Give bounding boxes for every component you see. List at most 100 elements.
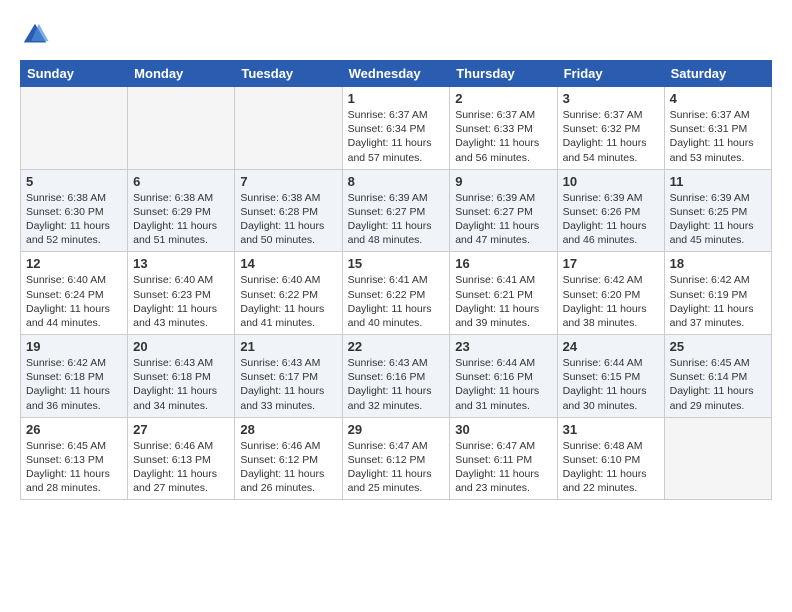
day-number: 26: [26, 422, 122, 437]
calendar-day-cell: 12 Sunrise: 6:40 AMSunset: 6:24 PMDayligh…: [21, 252, 128, 335]
day-info: Sunrise: 6:44 AMSunset: 6:15 PMDaylight:…: [563, 356, 659, 413]
day-number: 8: [348, 174, 445, 189]
page-header: [20, 20, 772, 50]
calendar-day-cell: 8 Sunrise: 6:39 AMSunset: 6:27 PMDaylight…: [342, 169, 450, 252]
day-info: Sunrise: 6:46 AMSunset: 6:12 PMDaylight:…: [240, 439, 336, 496]
day-info: Sunrise: 6:46 AMSunset: 6:13 PMDaylight:…: [133, 439, 229, 496]
day-number: 14: [240, 256, 336, 271]
calendar-day-cell: 21Sunrise: 6:43 AMSunset: 6:17 PMDayligh…: [235, 335, 342, 418]
day-info: Sunrise: 6:39 AMSunset: 6:25 PMDaylight:…: [670, 191, 766, 248]
weekday-header-row: SundayMondayTuesdayWednesdayThursdayFrid…: [21, 61, 772, 87]
day-number: 16: [455, 256, 551, 271]
day-number: 25: [670, 339, 766, 354]
day-number: 20: [133, 339, 229, 354]
day-number: 9: [455, 174, 551, 189]
weekday-header-thursday: Thursday: [450, 61, 557, 87]
calendar-day-cell: 1 Sunrise: 6:37 AMSunset: 6:34 PMDaylight…: [342, 87, 450, 170]
day-info: Sunrise: 6:48 AMSunset: 6:10 PMDaylight:…: [563, 439, 659, 496]
calendar-day-cell: 15Sunrise: 6:41 AMSunset: 6:22 PMDayligh…: [342, 252, 450, 335]
day-info: Sunrise: 6:42 AMSunset: 6:19 PMDaylight:…: [670, 273, 766, 330]
logo-icon: [20, 20, 50, 50]
day-info: Sunrise: 6:40 AMSunset: 6:24 PMDaylight:…: [26, 273, 122, 330]
day-info: Sunrise: 6:45 AMSunset: 6:14 PMDaylight:…: [670, 356, 766, 413]
day-info: Sunrise: 6:38 AMSunset: 6:28 PMDaylight:…: [240, 191, 336, 248]
calendar-day-cell: [21, 87, 128, 170]
day-number: 7: [240, 174, 336, 189]
calendar-table: SundayMondayTuesdayWednesdayThursdayFrid…: [20, 60, 772, 500]
day-number: 19: [26, 339, 122, 354]
calendar-day-cell: 30 Sunrise: 6:47 AMSunset: 6:11 PMDayligh…: [450, 417, 557, 500]
calendar-day-cell: 25 Sunrise: 6:45 AMSunset: 6:14 PMDayligh…: [664, 335, 771, 418]
calendar-day-cell: 22Sunrise: 6:43 AMSunset: 6:16 PMDayligh…: [342, 335, 450, 418]
calendar-day-cell: [235, 87, 342, 170]
day-info: Sunrise: 6:43 AMSunset: 6:18 PMDaylight:…: [133, 356, 229, 413]
weekday-header-sunday: Sunday: [21, 61, 128, 87]
calendar-day-cell: 29Sunrise: 6:47 AMSunset: 6:12 PMDayligh…: [342, 417, 450, 500]
day-number: 22: [348, 339, 445, 354]
day-number: 24: [563, 339, 659, 354]
day-number: 12: [26, 256, 122, 271]
day-number: 1: [348, 91, 445, 106]
calendar-day-cell: 11Sunrise: 6:39 AMSunset: 6:25 PMDayligh…: [664, 169, 771, 252]
calendar-day-cell: 26 Sunrise: 6:45 AMSunset: 6:13 PMDayligh…: [21, 417, 128, 500]
day-info: Sunrise: 6:37 AMSunset: 6:32 PMDaylight:…: [563, 108, 659, 165]
calendar-day-cell: 18 Sunrise: 6:42 AMSunset: 6:19 PMDayligh…: [664, 252, 771, 335]
day-number: 13: [133, 256, 229, 271]
day-info: Sunrise: 6:39 AMSunset: 6:27 PMDaylight:…: [348, 191, 445, 248]
calendar-day-cell: 2Sunrise: 6:37 AMSunset: 6:33 PMDaylight…: [450, 87, 557, 170]
day-info: Sunrise: 6:42 AMSunset: 6:20 PMDaylight:…: [563, 273, 659, 330]
calendar-day-cell: 3 Sunrise: 6:37 AMSunset: 6:32 PMDaylight…: [557, 87, 664, 170]
day-info: Sunrise: 6:38 AMSunset: 6:29 PMDaylight:…: [133, 191, 229, 248]
calendar-week-row: 5 Sunrise: 6:38 AMSunset: 6:30 PMDaylight…: [21, 169, 772, 252]
day-info: Sunrise: 6:47 AMSunset: 6:11 PMDaylight:…: [455, 439, 551, 496]
day-number: 21: [240, 339, 336, 354]
day-number: 4: [670, 91, 766, 106]
day-info: Sunrise: 6:41 AMSunset: 6:22 PMDaylight:…: [348, 273, 445, 330]
calendar-day-cell: 5 Sunrise: 6:38 AMSunset: 6:30 PMDaylight…: [21, 169, 128, 252]
day-number: 17: [563, 256, 659, 271]
calendar-day-cell: 9 Sunrise: 6:39 AMSunset: 6:27 PMDaylight…: [450, 169, 557, 252]
day-number: 3: [563, 91, 659, 106]
day-number: 31: [563, 422, 659, 437]
calendar-day-cell: 23 Sunrise: 6:44 AMSunset: 6:16 PMDayligh…: [450, 335, 557, 418]
day-number: 10: [563, 174, 659, 189]
calendar-day-cell: 7 Sunrise: 6:38 AMSunset: 6:28 PMDaylight…: [235, 169, 342, 252]
day-info: Sunrise: 6:38 AMSunset: 6:30 PMDaylight:…: [26, 191, 122, 248]
calendar-day-cell: 28 Sunrise: 6:46 AMSunset: 6:12 PMDayligh…: [235, 417, 342, 500]
weekday-header-wednesday: Wednesday: [342, 61, 450, 87]
calendar-week-row: 1 Sunrise: 6:37 AMSunset: 6:34 PMDaylight…: [21, 87, 772, 170]
weekday-header-saturday: Saturday: [664, 61, 771, 87]
day-info: Sunrise: 6:42 AMSunset: 6:18 PMDaylight:…: [26, 356, 122, 413]
calendar-week-row: 19 Sunrise: 6:42 AMSunset: 6:18 PMDayligh…: [21, 335, 772, 418]
calendar-day-cell: 16 Sunrise: 6:41 AMSunset: 6:21 PMDayligh…: [450, 252, 557, 335]
day-info: Sunrise: 6:37 AMSunset: 6:33 PMDaylight:…: [455, 108, 551, 165]
day-info: Sunrise: 6:39 AMSunset: 6:26 PMDaylight:…: [563, 191, 659, 248]
weekday-header-monday: Monday: [128, 61, 235, 87]
logo: [20, 20, 54, 50]
day-info: Sunrise: 6:47 AMSunset: 6:12 PMDaylight:…: [348, 439, 445, 496]
calendar-day-cell: 13Sunrise: 6:40 AMSunset: 6:23 PMDayligh…: [128, 252, 235, 335]
calendar-week-row: 12 Sunrise: 6:40 AMSunset: 6:24 PMDayligh…: [21, 252, 772, 335]
day-info: Sunrise: 6:37 AMSunset: 6:34 PMDaylight:…: [348, 108, 445, 165]
calendar-day-cell: 24 Sunrise: 6:44 AMSunset: 6:15 PMDayligh…: [557, 335, 664, 418]
weekday-header-friday: Friday: [557, 61, 664, 87]
day-number: 18: [670, 256, 766, 271]
calendar-day-cell: 27 Sunrise: 6:46 AMSunset: 6:13 PMDayligh…: [128, 417, 235, 500]
day-number: 5: [26, 174, 122, 189]
day-info: Sunrise: 6:45 AMSunset: 6:13 PMDaylight:…: [26, 439, 122, 496]
day-number: 30: [455, 422, 551, 437]
day-info: Sunrise: 6:41 AMSunset: 6:21 PMDaylight:…: [455, 273, 551, 330]
day-number: 28: [240, 422, 336, 437]
calendar-day-cell: 4 Sunrise: 6:37 AMSunset: 6:31 PMDaylight…: [664, 87, 771, 170]
calendar-week-row: 26 Sunrise: 6:45 AMSunset: 6:13 PMDayligh…: [21, 417, 772, 500]
day-number: 27: [133, 422, 229, 437]
day-info: Sunrise: 6:44 AMSunset: 6:16 PMDaylight:…: [455, 356, 551, 413]
calendar-day-cell: 17 Sunrise: 6:42 AMSunset: 6:20 PMDayligh…: [557, 252, 664, 335]
calendar-day-cell: 6Sunrise: 6:38 AMSunset: 6:29 PMDaylight…: [128, 169, 235, 252]
weekday-header-tuesday: Tuesday: [235, 61, 342, 87]
day-info: Sunrise: 6:39 AMSunset: 6:27 PMDaylight:…: [455, 191, 551, 248]
day-info: Sunrise: 6:37 AMSunset: 6:31 PMDaylight:…: [670, 108, 766, 165]
day-info: Sunrise: 6:40 AMSunset: 6:22 PMDaylight:…: [240, 273, 336, 330]
calendar-day-cell: 20 Sunrise: 6:43 AMSunset: 6:18 PMDayligh…: [128, 335, 235, 418]
day-number: 23: [455, 339, 551, 354]
